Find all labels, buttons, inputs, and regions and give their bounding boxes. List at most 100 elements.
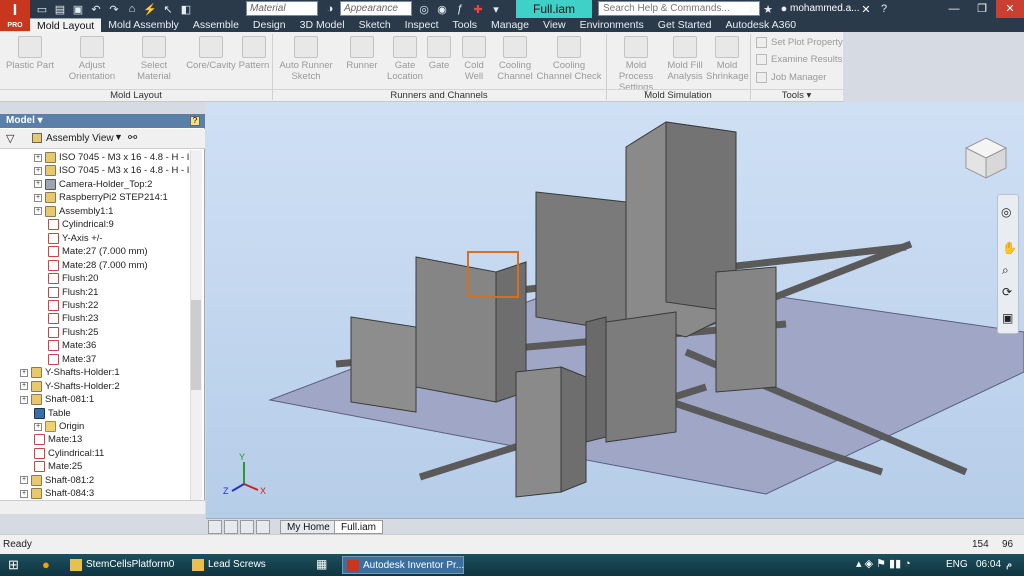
open-file-icon[interactable]: ▤ [52,1,68,17]
tab-inspect[interactable]: Inspect [398,18,446,32]
redo-icon[interactable]: ↷ [106,1,122,17]
taskbar-item-stemcells[interactable]: StemCellsPlatform0 [66,556,184,574]
tile-icon[interactable] [208,520,222,534]
set-plot-property-button[interactable]: Set Plot Property [756,37,843,48]
tab-mold-assembly[interactable]: Mold Assembly [101,18,186,32]
expand-icon[interactable]: + [20,489,28,498]
tree-item[interactable]: + ISO 7045 - M3 x 16 - 4.8 - H - ISO1:5 [34,151,190,164]
clear-appearance-icon[interactable]: ◎ [416,1,432,17]
tile-icon[interactable] [256,520,270,534]
calculator-icon[interactable]: ▦ [316,557,327,571]
browser-help-icon[interactable]: ? [190,116,200,126]
clock[interactable]: 06:04 [976,557,1001,573]
tile-icon[interactable] [224,520,238,534]
plastic-part-button[interactable]: Plastic Part [4,36,56,71]
tree-item[interactable]: Mate:37 [48,353,96,366]
customize-icon[interactable]: ▾ [488,1,504,17]
tree-item[interactable]: + Assembly1:1 [34,205,113,218]
assembly-view-dropdown[interactable]: Assembly View [46,133,114,144]
scrollbar-thumb[interactable] [191,300,201,390]
tab-tools[interactable]: Tools [446,18,485,32]
gate-location-button[interactable]: Gate Location [384,36,426,82]
tree-item[interactable]: Mate:27 (7.000 mm) [48,245,148,258]
tab-design[interactable]: Design [246,18,293,32]
browser-title[interactable]: Model ▾ [0,114,205,128]
minimize-button[interactable]: — [940,0,968,18]
tab-mold-layout[interactable]: Mold Layout [30,18,102,32]
tree-item[interactable]: Table [34,407,71,420]
tree-item[interactable]: Mate:36 [48,339,96,352]
steering-wheel-icon[interactable]: ◎ [1001,205,1011,219]
tree-item[interactable]: + Shaft-081:2 [20,474,94,487]
chevron-down-icon[interactable]: ▼ [114,132,123,142]
language-indicator[interactable]: ENG [946,557,968,573]
adjust-icon[interactable]: ◉ [434,1,450,17]
search-icon[interactable]: ⌕ [744,1,760,17]
cube-icon[interactable]: ◧ [178,1,194,17]
tree-item[interactable]: + Y-Shafts-Holder:2 [20,380,120,393]
zoom-icon[interactable]: ⌕ [1002,263,1009,278]
tab-assemble[interactable]: Assemble [186,18,246,32]
close-button[interactable]: ✕ [996,0,1024,18]
parameters-icon[interactable]: ƒ [452,1,468,17]
tab-manage[interactable]: Manage [484,18,536,32]
tree-item[interactable]: Flush:21 [48,286,98,299]
new-file-icon[interactable]: ▭ [34,1,50,17]
start-icon[interactable]: ⊞ [8,557,19,573]
look-at-icon[interactable]: ▣ [1002,311,1013,325]
graphics-viewport[interactable]: Y X Z [206,102,1024,518]
browser-hscrollbar[interactable] [0,500,205,514]
tree-item[interactable]: + Origin [34,420,84,433]
tree-item[interactable]: Flush:25 [48,326,98,339]
help-icon[interactable]: ? [876,1,892,17]
star-icon[interactable]: ★ [760,1,776,17]
tree-item[interactable]: + Y-Shafts-Holder:1 [20,366,120,379]
tree-item[interactable]: Cylindrical:11 [34,447,104,460]
tab-my-home[interactable]: My Home [280,520,337,534]
tree-item[interactable]: + Shaft-081:1 [20,393,94,406]
mold-process-settings-button[interactable]: Mold Process Settings [608,36,664,93]
tab-sketch[interactable]: Sketch [352,18,398,32]
gate-button[interactable]: Gate [424,36,454,71]
home-icon[interactable]: ⌂ [124,1,140,17]
examine-results-button[interactable]: Examine Results [756,54,842,65]
tree-item[interactable]: Flush:22 [48,299,98,312]
tab-view[interactable]: View [536,18,573,32]
tab-autodesk-a360[interactable]: Autodesk A360 [718,18,803,32]
tile-icon[interactable] [240,520,254,534]
expand-icon[interactable]: + [34,153,42,162]
taskbar-item-lead-screws[interactable]: Lead Screws [188,556,308,574]
save-icon[interactable]: ▣ [70,1,86,17]
tree-item[interactable]: Mate:28 (7.000 mm) [48,259,148,272]
pattern-button[interactable]: Pattern [238,36,270,71]
expand-icon[interactable]: + [34,193,42,202]
expand-icon[interactable]: + [34,166,42,175]
expand-icon[interactable]: + [20,476,28,485]
tab-full-iam[interactable]: Full.iam [334,520,384,534]
tree-item[interactable]: + RaspberryPi2 STEP214:1 [34,191,168,204]
user-account[interactable]: mohammed.a... [790,0,859,18]
expand-icon[interactable]: + [34,422,42,431]
group-label-tools[interactable]: Tools ▾ [750,89,843,101]
tray-icons[interactable]: ▴ ◈ ⚑ ▮▮ ◔ [856,557,911,570]
cooling-channel-button[interactable]: Cooling Channel [496,36,534,82]
tree-item[interactable]: Y-Axis +/- [48,232,103,245]
tab-get-started[interactable]: Get Started [651,18,719,32]
tab-3d-model[interactable]: 3D Model [293,18,352,32]
firefox-icon[interactable]: ● [42,557,50,572]
mold-fill-analysis-button[interactable]: Mold Fill Analysis [664,36,706,82]
tree-item[interactable]: Cylindrical:9 [48,218,114,231]
close-panel-icon[interactable]: ✕ [858,1,874,17]
mold-shrinkage-button[interactable]: Mold Shrinkage [706,36,749,82]
expand-icon[interactable]: + [20,382,28,391]
app-menu-button[interactable]: I PRO [0,0,30,31]
undo-icon[interactable]: ↶ [88,1,104,17]
tree-item[interactable]: Flush:20 [48,272,98,285]
tree-item[interactable]: + ISO 7045 - M3 x 16 - 4.8 - H - ISO1:6 [34,164,190,177]
expand-icon[interactable]: + [34,207,42,216]
appearance-dropdown[interactable]: Appearance [340,1,412,16]
viewcube-icon[interactable] [962,134,1010,182]
cold-well-button[interactable]: Cold Well [454,36,494,82]
restore-button[interactable]: ❐ [968,0,996,18]
material-dropdown[interactable]: Material [246,1,318,16]
